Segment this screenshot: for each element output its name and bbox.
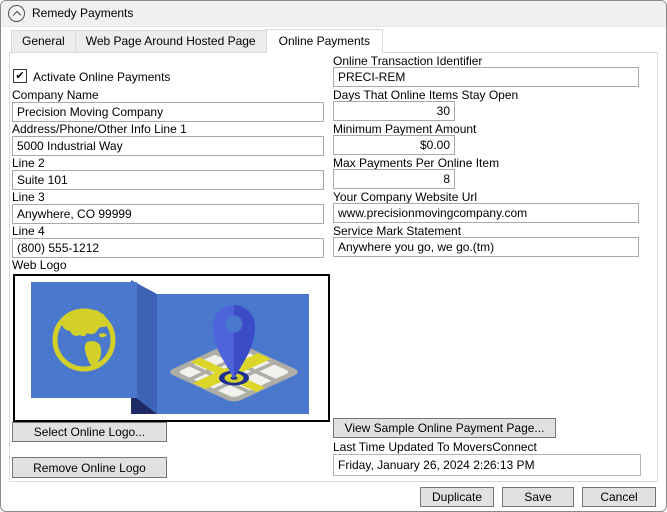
activate-online-payments-label: Activate Online Payments	[33, 70, 171, 84]
collapse-button[interactable]	[8, 5, 25, 22]
last-updated-label: Last Time Updated To MoversConnect	[333, 440, 537, 454]
title-bar: Remedy Payments	[1, 1, 666, 27]
globe-map-pin-logo-icon	[31, 280, 309, 414]
check-icon: ✔	[15, 70, 25, 82]
view-sample-payment-page-button[interactable]: View Sample Online Payment Page...	[333, 418, 556, 438]
chevron-up-icon	[12, 10, 21, 20]
line2-label: Line 2	[12, 156, 45, 170]
activate-online-payments-checkbox[interactable]: ✔	[13, 69, 27, 83]
duplicate-button[interactable]: Duplicate	[420, 487, 494, 507]
days-open-input[interactable]	[333, 101, 455, 121]
company-name-label: Company Name	[12, 88, 99, 102]
line2-input[interactable]	[12, 170, 324, 190]
address-line1-label: Address/Phone/Other Info Line 1	[12, 122, 187, 136]
remedy-payments-dialog: Remedy Payments General Web Page Around …	[0, 0, 667, 512]
tab-web-page-around-hosted-page[interactable]: Web Page Around Hosted Page	[74, 30, 267, 53]
dialog-title: Remedy Payments	[32, 6, 134, 20]
tab-online-payments[interactable]: Online Payments	[265, 29, 383, 53]
company-name-input[interactable]	[12, 102, 324, 122]
web-logo-label: Web Logo	[12, 258, 67, 272]
service-mark-statement-input[interactable]	[333, 237, 639, 257]
save-button[interactable]: Save	[502, 487, 574, 507]
line4-input[interactable]	[12, 238, 324, 258]
line3-input[interactable]	[12, 204, 324, 224]
cancel-button[interactable]: Cancel	[582, 487, 656, 507]
minimum-payment-amount-input[interactable]	[333, 135, 455, 155]
company-website-url-input[interactable]	[333, 203, 639, 223]
company-logo-image	[13, 274, 330, 422]
tab-general[interactable]: General	[11, 30, 76, 53]
line4-label: Line 4	[12, 224, 45, 238]
remove-online-logo-button[interactable]: Remove Online Logo	[12, 457, 167, 478]
max-payments-per-item-input[interactable]	[333, 169, 455, 189]
online-transaction-identifier-input[interactable]	[333, 67, 639, 87]
select-online-logo-button[interactable]: Select Online Logo...	[12, 422, 167, 442]
tab-strip: General Web Page Around Hosted Page Onli…	[11, 29, 383, 53]
last-updated-field[interactable]	[333, 454, 641, 476]
line3-label: Line 3	[12, 190, 45, 204]
address-line1-input[interactable]	[12, 136, 324, 156]
